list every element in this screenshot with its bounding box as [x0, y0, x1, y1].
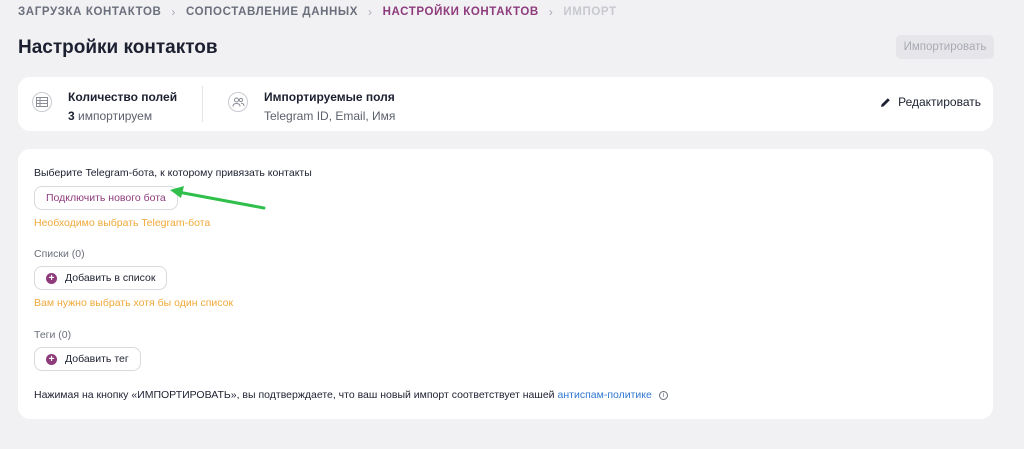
chevron-right-icon: ›	[368, 5, 373, 19]
import-button[interactable]: Импортировать	[896, 35, 994, 59]
annotation-arrow-icon	[170, 186, 266, 210]
add-tag-button[interactable]: + Добавить тег	[34, 347, 141, 371]
chevron-right-icon: ›	[171, 5, 177, 19]
import-summary-card: Количество полей 3 импортируем Импортиру…	[18, 77, 993, 131]
add-to-list-button[interactable]: + Добавить в список	[34, 266, 168, 290]
imported-fields-title: Импортируемые поля	[264, 90, 395, 104]
connect-bot-button[interactable]: Подключить нового бота	[34, 186, 178, 210]
add-to-list-label: Добавить в список	[65, 272, 156, 284]
chevron-right-icon: ›	[548, 5, 554, 19]
consent-message: Нажимая на кнопку «ИМПОРТИРОВАТЬ», вы по…	[34, 389, 555, 401]
fields-count-value: 3 импортируем	[68, 109, 153, 123]
tags-label: Теги (0)	[34, 329, 72, 341]
users-icon	[228, 92, 248, 112]
consent-text: Нажимая на кнопку «ИМПОРТИРОВАТЬ», вы по…	[34, 389, 668, 401]
breadcrumb-contact-settings: Настройки контактов	[382, 6, 539, 18]
breadcrumb-import: Импорт	[563, 6, 617, 18]
fields-count-block: Количество полей 3 импортируем	[32, 90, 177, 123]
bot-warning: Необходимо выбрать Telegram-бота	[34, 217, 211, 229]
fields-count-title: Количество полей	[68, 90, 178, 104]
info-icon[interactable]: i	[658, 390, 668, 400]
page-title: Настройки контактов	[18, 37, 218, 58]
add-tag-label: Добавить тег	[65, 353, 129, 365]
lists-warning: Вам нужно выбрать хотя бы один список	[34, 297, 234, 309]
plus-circle-icon: +	[46, 272, 57, 284]
table-icon	[32, 92, 52, 112]
breadcrumb-upload-contacts[interactable]: Загрузка контактов	[18, 6, 161, 18]
plus-circle-icon: +	[46, 353, 57, 365]
contact-settings-card: Выберите Telegram-бота, к которому привя…	[18, 149, 993, 419]
breadcrumb: Загрузка контактов › Сопоставление данны…	[18, 5, 617, 19]
imported-fields-list: Telegram ID, Email, Имя	[264, 109, 396, 123]
bot-select-label: Выберите Telegram-бота, к которому привя…	[34, 167, 312, 179]
antispam-policy-link[interactable]: антиспам-политике	[558, 389, 652, 401]
pencil-icon	[881, 97, 890, 107]
divider	[202, 86, 203, 122]
lists-label: Списки (0)	[34, 248, 85, 260]
imported-fields-block: Импортируемые поля Telegram ID, Email, И…	[228, 90, 395, 123]
edit-label: Редактировать	[898, 95, 981, 109]
edit-button[interactable]: Редактировать	[880, 95, 981, 109]
breadcrumb-data-mapping[interactable]: Сопоставление данных	[186, 6, 358, 18]
